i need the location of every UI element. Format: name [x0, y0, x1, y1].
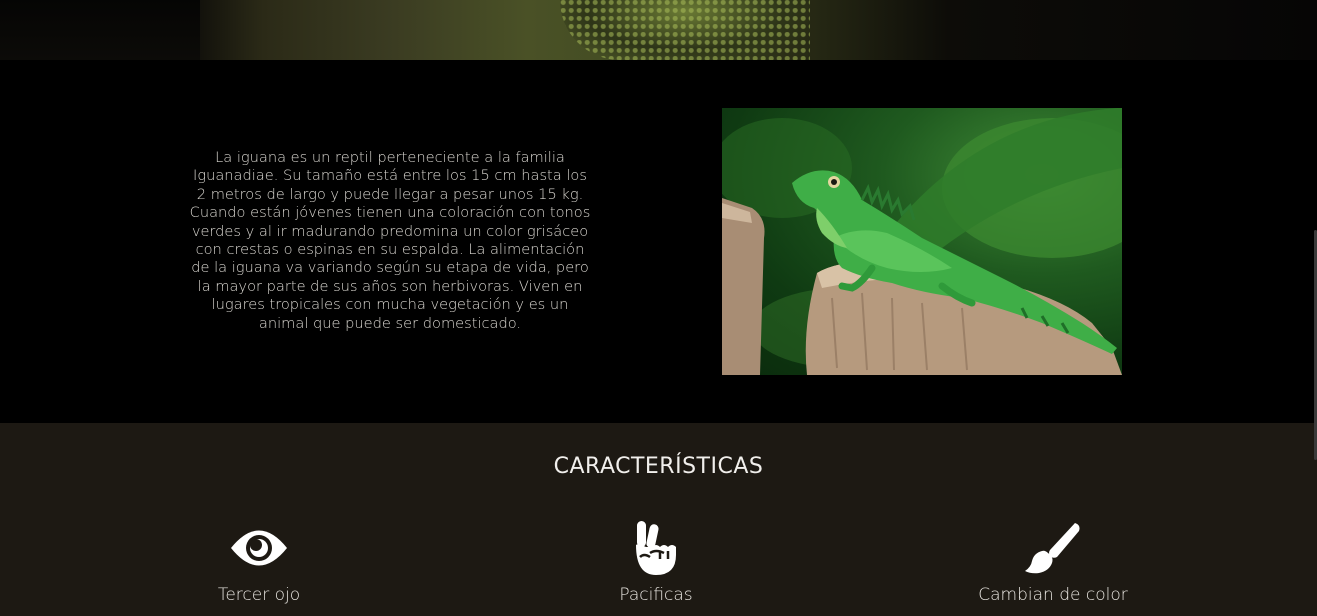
iguana-scales-texture — [560, 0, 810, 60]
iguana-photo — [722, 108, 1122, 375]
paint-brush-icon — [1025, 523, 1080, 574]
feature-third-eye: Tercer ojo — [129, 521, 389, 605]
feature-label: Tercer ojo — [217, 585, 301, 605]
eye-icon — [231, 530, 287, 566]
feature-change-color: Cambian de color — [923, 521, 1183, 605]
about-description: La iguana es un reptil perteneciente a l… — [189, 149, 591, 332]
feature-peaceful: Pacificas — [526, 521, 786, 605]
iguana-illustration — [722, 108, 1122, 375]
feature-label: Pacificas — [619, 585, 693, 605]
peace-hand-icon — [636, 521, 676, 575]
hero-image-strip — [0, 0, 1317, 60]
about-section: La iguana es un reptil perteneciente a l… — [0, 60, 1317, 423]
feature-label: Cambian de color — [978, 585, 1128, 605]
features-title: CARACTERÍSTICAS — [553, 454, 764, 479]
page-scrollbar[interactable] — [1313, 0, 1317, 616]
features-section: CARACTERÍSTICAS Tercer ojo Pacificas Cam… — [0, 423, 1317, 616]
hero-shadow — [0, 0, 200, 60]
